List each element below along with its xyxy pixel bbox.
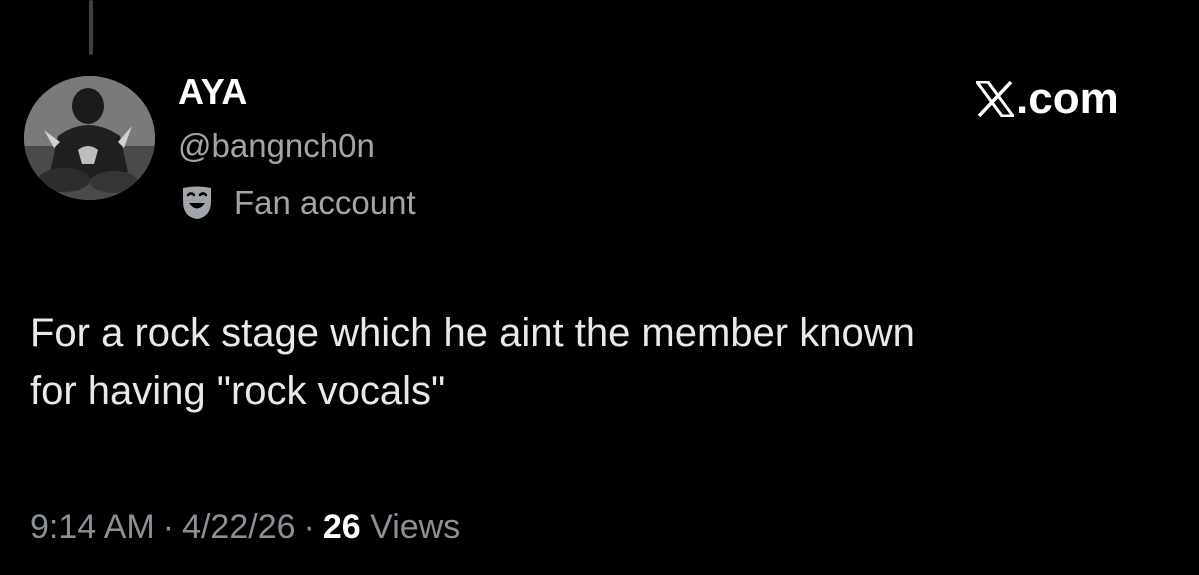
- thread-connector-line: [89, 0, 93, 55]
- tweet-text: For a rock stage which he aint the membe…: [30, 304, 1160, 420]
- user-handle[interactable]: @bangnch0n: [178, 126, 375, 166]
- tweet-date[interactable]: 4/22/26: [182, 508, 295, 546]
- views-count: 26: [322, 508, 361, 546]
- tweet-time[interactable]: 9:14 AM: [30, 508, 155, 546]
- x-com-watermark-text: .com: [1016, 74, 1119, 123]
- meta-separator: ·: [303, 508, 315, 546]
- theater-masks-icon: [178, 183, 216, 223]
- avatar[interactable]: [24, 76, 155, 200]
- x-com-watermark: .com: [976, 74, 1119, 124]
- x-logo-icon: [976, 81, 1014, 117]
- account-label-text: Fan account: [234, 184, 416, 221]
- meta-separator: ·: [162, 508, 175, 546]
- views-label: Views: [370, 508, 461, 546]
- display-name[interactable]: AYA: [178, 70, 247, 114]
- tweet-text-line-1: For a rock stage which he aint the membe…: [30, 311, 915, 355]
- tweet-meta: 9:14 AM · 4/22/26 · 26 Views: [30, 505, 460, 549]
- account-label: Fan account: [178, 182, 416, 224]
- tweet-text-line-2: for having "rock vocals": [30, 369, 446, 413]
